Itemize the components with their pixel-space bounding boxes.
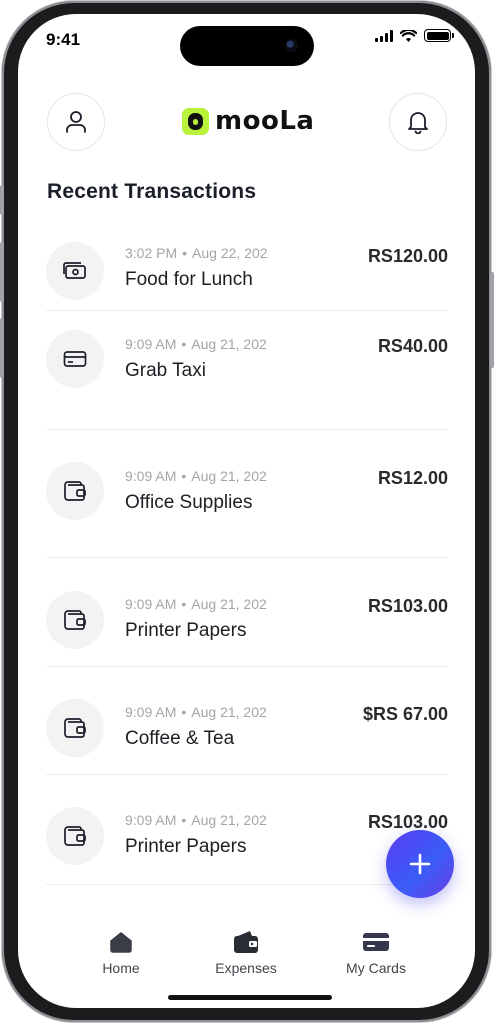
nav-my-cards[interactable]: My Cards: [321, 928, 431, 976]
transaction-time: 9:09 AM: [125, 336, 177, 352]
divider: [46, 429, 448, 430]
user-icon: [66, 111, 86, 133]
wallet-icon: [46, 591, 104, 649]
transaction-datetime: 3:02 PM • Aug 22, 202: [125, 245, 268, 261]
transaction-datetime: 9:09 AM • Aug 21, 202: [125, 468, 267, 484]
wallet-icon: [46, 807, 104, 865]
transaction-datetime: 9:09 AM • Aug 21, 202: [125, 336, 267, 352]
transaction-date: Aug 21, 202: [191, 812, 267, 828]
divider: [46, 884, 448, 885]
action-button: [0, 185, 4, 215]
divider: [46, 557, 448, 558]
wallet-icon: [46, 462, 104, 520]
card-icon: [46, 330, 104, 388]
status-icons: [375, 29, 454, 42]
cellular-signal-icon: [375, 29, 393, 42]
transaction-amount: RS103.00: [367, 596, 448, 616]
power-button: [490, 272, 494, 368]
logo-text: mooLa: [215, 106, 315, 136]
transaction-item[interactable]: 9:09 AM • Aug 21, 202 Printer Papers RS103…: [46, 591, 448, 671]
transaction-name: Food for Lunch: [125, 269, 253, 290]
home-indicator[interactable]: [168, 995, 332, 1000]
transaction-item[interactable]: 9:09 AM • Aug 21, 202 Office Supplies RS12…: [46, 462, 448, 562]
transaction-item[interactable]: 9:09 AM • Aug 21, 202 Coffee & Tea $RS 67.…: [46, 699, 448, 779]
transaction-item[interactable]: 9:09 AM • Aug 21, 202 Grab Taxi RS40.00: [46, 330, 448, 430]
nav-label: Expenses: [215, 960, 277, 976]
cash-icon: [46, 242, 104, 300]
status-time: 9:41: [46, 30, 81, 49]
wifi-icon: [400, 29, 417, 42]
transaction-datetime: 9:09 AM • Aug 21, 202: [125, 812, 267, 828]
transaction-amount: RS40.00: [377, 336, 448, 356]
transaction-date: Aug 21, 202: [191, 336, 267, 352]
front-camera-icon: [285, 39, 298, 52]
transaction-name: Printer Papers: [125, 620, 247, 641]
transaction-date: Aug 22, 202: [192, 245, 268, 261]
logo-mark-icon: [182, 107, 209, 135]
profile-button[interactable]: [47, 93, 105, 151]
transaction-time: 9:09 AM: [125, 596, 177, 612]
card-icon: [363, 933, 389, 951]
divider: [46, 666, 448, 667]
transaction-name: Printer Papers: [125, 836, 247, 857]
wallet-icon: [46, 699, 104, 757]
divider: [46, 310, 448, 311]
transaction-name: Office Supplies: [125, 492, 253, 513]
wallet-icon: [234, 931, 258, 953]
notifications-button[interactable]: [389, 93, 447, 151]
volume-up-button: [0, 242, 4, 302]
transaction-name: Coffee & Tea: [125, 728, 235, 749]
transaction-time: 3:02 PM: [125, 245, 178, 261]
battery-icon: [424, 29, 454, 42]
home-icon: [110, 932, 132, 953]
nav-label: My Cards: [346, 960, 406, 976]
transaction-datetime: 9:09 AM • Aug 21, 202: [125, 596, 267, 612]
app-logo: mooLa: [182, 106, 314, 136]
bell-icon: [408, 112, 428, 134]
transaction-datetime: 9:09 AM • Aug 21, 202: [125, 704, 267, 720]
nav-expenses[interactable]: Expenses: [191, 928, 301, 976]
add-transaction-button[interactable]: [386, 830, 454, 898]
volume-down-button: [0, 318, 4, 378]
transaction-time: 9:09 AM: [125, 468, 177, 484]
section-title: Recent Transactions: [47, 180, 257, 203]
transaction-date: Aug 21, 202: [191, 596, 267, 612]
transaction-time: 9:09 AM: [125, 812, 177, 828]
transaction-amount: RS103.00: [367, 812, 448, 832]
transaction-amount: RS120.00: [367, 246, 448, 266]
transaction-amount: RS12.00: [377, 468, 448, 488]
nav-label: Home: [102, 960, 140, 976]
transaction-amount: $RS 67.00: [362, 704, 448, 724]
transaction-time: 9:09 AM: [125, 704, 177, 720]
nav-home[interactable]: Home: [66, 928, 176, 976]
app-screen: 9:41 mooLa Recent Transactions 3:02 PM •…: [18, 14, 475, 1008]
dynamic-island: [180, 26, 314, 66]
transaction-date: Aug 21, 202: [191, 468, 267, 484]
divider: [46, 774, 448, 775]
transaction-date: Aug 21, 202: [191, 704, 267, 720]
plus-icon: [409, 853, 431, 875]
transaction-name: Grab Taxi: [125, 360, 206, 381]
